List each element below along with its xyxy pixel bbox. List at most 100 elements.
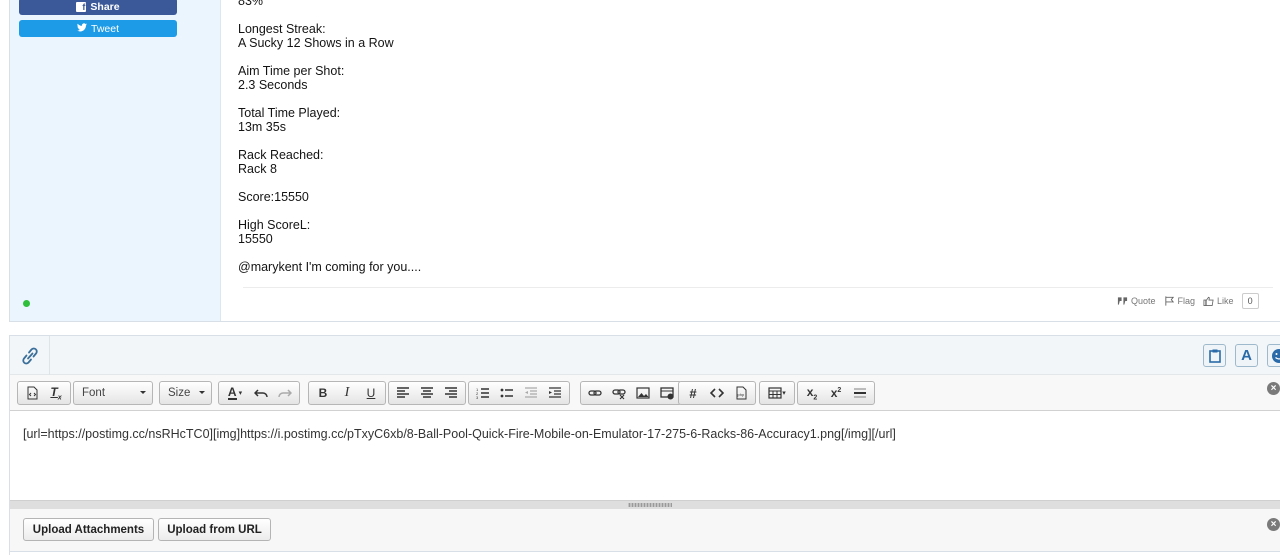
share-label: Share <box>90 0 120 13</box>
close-toolbar-icon[interactable]: × <box>1267 382 1280 395</box>
editor-toolbar: Tx Font Size A ▾ B I U 123 # php ▾ x2 x2… <box>10 375 1280 411</box>
bold-icon: B <box>318 386 328 400</box>
font-style-button[interactable]: A <box>1235 344 1258 367</box>
tweet-button[interactable]: Tweet <box>19 20 177 37</box>
image-button[interactable] <box>632 383 654 403</box>
table-icon <box>768 387 782 399</box>
svg-text:php: php <box>738 392 745 397</box>
font-letter-icon: A <box>1241 347 1252 364</box>
resize-grip-icon <box>628 503 672 507</box>
flag-icon <box>1164 296 1174 306</box>
thumbs-up-icon <box>1203 296 1214 306</box>
superscript-button[interactable]: x2 <box>825 383 847 403</box>
message-paragraph: Longest Streak: A Sucky 12 Shows in a Row <box>238 22 394 50</box>
underline-button[interactable]: U <box>360 383 382 403</box>
align-right-button[interactable] <box>440 383 462 403</box>
text-color-button[interactable]: A ▾ <box>222 383 248 403</box>
online-status-dot <box>23 300 30 307</box>
message-paragraph: Aim Time per Shot: 2.3 Seconds <box>238 64 345 92</box>
outdent-icon <box>525 387 537 398</box>
quote-link[interactable]: Quote <box>1117 296 1156 306</box>
message-divider <box>243 287 1273 288</box>
horizontal-rule-icon <box>854 388 866 398</box>
toolbar-group-lists: 123 <box>468 381 570 405</box>
clipboard-icon <box>1208 349 1221 363</box>
font-select[interactable]: Font <box>73 381 153 405</box>
smiley-icon <box>1271 348 1280 363</box>
close-upload-icon[interactable]: × <box>1267 518 1280 531</box>
hashtag-icon: # <box>689 385 697 401</box>
upload-from-url-button[interactable]: Upload from URL <box>158 518 271 541</box>
align-right-icon <box>445 387 457 398</box>
undo-icon <box>254 389 268 398</box>
editor-top-bar: A <box>10 335 1280 375</box>
bold-button[interactable]: B <box>312 383 334 403</box>
like-link[interactable]: Like <box>1203 296 1234 306</box>
svg-text:3: 3 <box>476 395 479 400</box>
message-paragraph: High ScoreL: 15550 <box>238 218 311 246</box>
like-count-badge: 0 <box>1241 293 1259 309</box>
user-panel: f Share Tweet <box>10 0 221 321</box>
bullet-list-icon <box>500 388 513 398</box>
editor-resize-handle[interactable] <box>10 500 1280 509</box>
text-color-icon: A <box>227 384 237 400</box>
size-select[interactable]: Size <box>159 381 212 405</box>
link-button[interactable] <box>584 383 606 403</box>
upload-attachments-button[interactable]: Upload Attachments <box>23 518 154 541</box>
chain-link-icon <box>588 390 602 396</box>
clipboard-button[interactable] <box>1203 344 1226 367</box>
message-paragraph: 83% <box>238 0 264 8</box>
toolbar-group-table: ▾ <box>759 381 795 405</box>
media-button[interactable] <box>656 383 678 403</box>
subscript-button[interactable]: x2 <box>801 383 823 403</box>
php-code-button[interactable]: php <box>730 383 752 403</box>
message-paragraph: Score:15550 <box>238 190 309 204</box>
numbered-list-button[interactable]: 123 <box>472 383 494 403</box>
numbered-list-icon: 123 <box>476 387 489 400</box>
editor-top-buttons: A <box>1203 344 1280 367</box>
toolbar-group-code: # php <box>678 381 756 405</box>
italic-button[interactable]: I <box>336 383 358 403</box>
superscript-icon: x2 <box>830 386 842 400</box>
smilies-button[interactable] <box>1267 344 1280 367</box>
post-message: 83% Longest Streak: A Sucky 12 Shows in a… <box>238 0 1278 288</box>
indent-icon <box>549 387 561 398</box>
tweet-label: Tweet <box>90 22 119 35</box>
toolbar-group-basic: B I U <box>308 381 386 405</box>
align-center-button[interactable] <box>416 383 438 403</box>
redo-icon <box>278 389 292 398</box>
undo-button[interactable] <box>250 383 272 403</box>
quote-icon <box>1117 297 1128 305</box>
message-paragraph: @marykent I'm coming for you.... <box>238 260 422 274</box>
subscript-icon: x2 <box>806 384 818 402</box>
toolbar-group-align <box>388 381 466 405</box>
toolbar-group-color: A ▾ <box>218 381 300 405</box>
hashtag-button[interactable]: # <box>682 383 704 403</box>
indent-button[interactable] <box>544 383 566 403</box>
outdent-button[interactable] <box>520 383 542 403</box>
align-left-button[interactable] <box>392 383 414 403</box>
code-button[interactable] <box>706 383 728 403</box>
message-paragraph: Total Time Played: 13m 35s <box>238 106 341 134</box>
message-paragraph: Rack Reached: Rack 8 <box>238 148 324 176</box>
forum-post: f Share Tweet 83% Longest Streak: A Sucky… <box>9 0 1280 322</box>
reply-editor: A Tx Font Size A ▾ B I U 123 # php ▾ x2 … <box>9 335 1280 555</box>
link-icon <box>21 347 38 364</box>
source-button[interactable] <box>21 383 43 403</box>
share-button[interactable]: f Share <box>19 0 177 15</box>
flag-link[interactable]: Flag <box>1164 296 1195 306</box>
horizontal-rule-button[interactable] <box>849 383 871 403</box>
redo-button[interactable] <box>274 383 296 403</box>
table-button[interactable]: ▾ <box>763 383 791 403</box>
align-center-icon <box>421 387 433 398</box>
editor-textarea[interactable]: [url=https://postimg.cc/nsRHcTC0][img]ht… <box>10 412 1280 500</box>
code-icon <box>710 388 724 398</box>
remove-format-button[interactable]: Tx <box>45 383 67 403</box>
unlink-button[interactable] <box>608 383 630 403</box>
bullet-list-button[interactable] <box>496 383 518 403</box>
post-actions: Quote Flag Like 0 <box>1117 293 1259 309</box>
link-toggle[interactable] <box>10 336 50 375</box>
source-icon <box>27 386 38 400</box>
php-icon: php <box>736 386 747 400</box>
underline-icon: U <box>366 386 376 400</box>
